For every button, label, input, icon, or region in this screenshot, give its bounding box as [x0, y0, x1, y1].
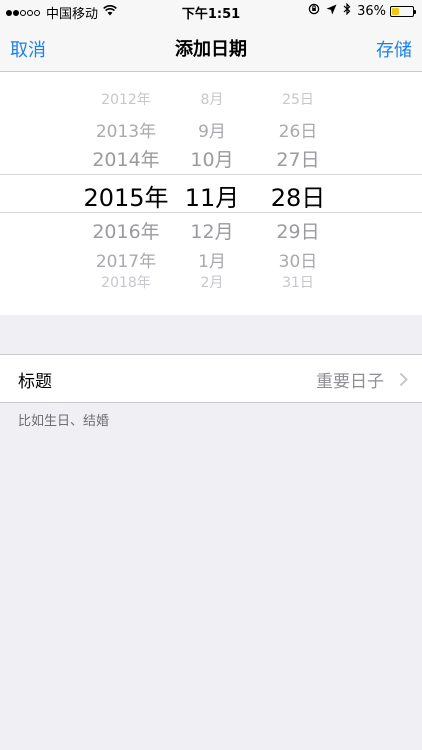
status-right: 36% [302, 2, 416, 19]
battery-level-fill [392, 7, 399, 15]
picker-day-option[interactable]: 31日 [228, 272, 368, 292]
bluetooth-icon [343, 2, 351, 19]
picker-day-option[interactable]: 30日 [228, 247, 368, 272]
picker-day-option[interactable]: 27日 [228, 145, 368, 172]
orientation-lock-icon [308, 3, 320, 19]
picker-day-option[interactable]: 25日 [228, 89, 368, 109]
chevron-right-icon [399, 372, 408, 391]
picker-selected-day[interactable]: 28日 [228, 178, 368, 213]
battery-icon [390, 5, 416, 17]
page-title: 添加日期 [175, 39, 247, 60]
title-hint: 比如生日、结婚 [18, 414, 110, 429]
nav-bar: 取消 添加日期 存储 [0, 22, 422, 72]
picker-day-option[interactable]: 26日 [228, 117, 368, 142]
title-row[interactable]: 标题 重要日子 [0, 354, 422, 403]
picker-selection-line-top [0, 174, 422, 175]
save-button[interactable]: 存储 [376, 36, 412, 62]
date-picker[interactable]: 2012年 2013年 2014年 2015年 2016年 2017年 2018年 8月 9月 1… [0, 72, 422, 315]
title-value: 重要日子 [316, 372, 384, 392]
picker-day-option[interactable]: 29日 [228, 217, 368, 244]
battery-tip [414, 9, 416, 14]
location-arrow-icon [326, 4, 337, 19]
battery-percent: 36% [357, 3, 386, 19]
title-label: 标题 [18, 372, 52, 392]
status-bar: 中国移动 下午1:51 36% [0, 0, 422, 22]
